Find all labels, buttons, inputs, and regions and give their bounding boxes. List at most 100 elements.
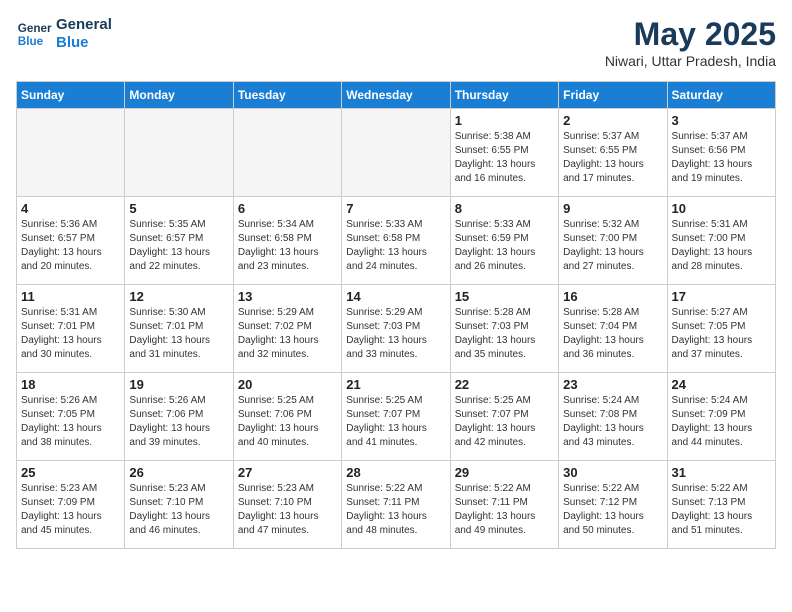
day-number: 7	[346, 201, 445, 216]
day-cell: 7 Sunrise: 5:33 AM Sunset: 6:58 PM Daylig…	[342, 197, 450, 285]
day-info: Sunrise: 5:24 AM Sunset: 7:09 PM Dayligh…	[672, 394, 771, 450]
title-block: May 2025 Niwari, Uttar Pradesh, India	[605, 16, 776, 69]
day-cell: 2Sunrise: 5:37 AM Sunset: 6:55 PM Daylig…	[559, 109, 667, 197]
day-info: Sunrise: 5:33 AM Sunset: 6:58 PM Dayligh…	[346, 218, 445, 274]
day-number: 24	[672, 377, 771, 392]
day-cell: 5 Sunrise: 5:35 AM Sunset: 6:57 PM Daylig…	[125, 197, 233, 285]
day-info: Sunrise: 5:26 AM Sunset: 7:05 PM Dayligh…	[21, 394, 120, 450]
day-info: Sunrise: 5:26 AM Sunset: 7:06 PM Dayligh…	[129, 394, 228, 450]
logo-line1: General	[56, 16, 112, 34]
day-number: 20	[238, 377, 337, 392]
month-title: May 2025	[605, 16, 776, 53]
day-cell: 15 Sunrise: 5:28 AM Sunset: 7:03 PM Dayli…	[450, 285, 558, 373]
day-number: 5	[129, 201, 228, 216]
day-number: 3	[672, 113, 771, 128]
day-number: 18	[21, 377, 120, 392]
header-cell-sunday: Sunday	[17, 82, 125, 109]
header-cell-monday: Monday	[125, 82, 233, 109]
day-cell: 13Sunrise: 5:29 AM Sunset: 7:02 PM Dayli…	[233, 285, 341, 373]
day-info: Sunrise: 5:28 AM Sunset: 7:03 PM Dayligh…	[455, 306, 554, 362]
day-info: Sunrise: 5:28 AM Sunset: 7:04 PM Dayligh…	[563, 306, 662, 362]
day-info: Sunrise: 5:31 AM Sunset: 7:00 PM Dayligh…	[672, 218, 771, 274]
day-cell: 8 Sunrise: 5:33 AM Sunset: 6:59 PM Daylig…	[450, 197, 558, 285]
header-cell-saturday: Saturday	[667, 82, 775, 109]
day-cell: 18 Sunrise: 5:26 AM Sunset: 7:05 PM Dayli…	[17, 373, 125, 461]
day-info: Sunrise: 5:29 AM Sunset: 7:03 PM Dayligh…	[346, 306, 445, 362]
day-cell	[125, 109, 233, 197]
day-cell: 22Sunrise: 5:25 AM Sunset: 7:07 PM Dayli…	[450, 373, 558, 461]
day-info: Sunrise: 5:25 AM Sunset: 7:07 PM Dayligh…	[455, 394, 554, 450]
day-number: 11	[21, 289, 120, 304]
day-cell: 31Sunrise: 5:22 AM Sunset: 7:13 PM Dayli…	[667, 461, 775, 549]
day-cell: 4Sunrise: 5:36 AM Sunset: 6:57 PM Daylig…	[17, 197, 125, 285]
day-info: Sunrise: 5:30 AM Sunset: 7:01 PM Dayligh…	[129, 306, 228, 362]
day-cell	[233, 109, 341, 197]
day-info: Sunrise: 5:35 AM Sunset: 6:57 PM Dayligh…	[129, 218, 228, 274]
day-number: 17	[672, 289, 771, 304]
day-cell: 23 Sunrise: 5:24 AM Sunset: 7:08 PM Dayli…	[559, 373, 667, 461]
day-cell: 29 Sunrise: 5:22 AM Sunset: 7:11 PM Dayli…	[450, 461, 558, 549]
calendar-body: 1Sunrise: 5:38 AM Sunset: 6:55 PM Daylig…	[17, 109, 776, 549]
week-row-4: 18 Sunrise: 5:26 AM Sunset: 7:05 PM Dayli…	[17, 373, 776, 461]
location: Niwari, Uttar Pradesh, India	[605, 53, 776, 69]
day-number: 10	[672, 201, 771, 216]
day-info: Sunrise: 5:25 AM Sunset: 7:06 PM Dayligh…	[238, 394, 337, 450]
day-cell: 24 Sunrise: 5:24 AM Sunset: 7:09 PM Dayli…	[667, 373, 775, 461]
day-cell: 10 Sunrise: 5:31 AM Sunset: 7:00 PM Dayli…	[667, 197, 775, 285]
day-info: Sunrise: 5:24 AM Sunset: 7:08 PM Dayligh…	[563, 394, 662, 450]
day-number: 28	[346, 465, 445, 480]
day-info: Sunrise: 5:22 AM Sunset: 7:11 PM Dayligh…	[455, 482, 554, 538]
day-number: 26	[129, 465, 228, 480]
week-row-3: 11 Sunrise: 5:31 AM Sunset: 7:01 PM Dayli…	[17, 285, 776, 373]
header-cell-thursday: Thursday	[450, 82, 558, 109]
calendar-table: SundayMondayTuesdayWednesdayThursdayFrid…	[16, 81, 776, 549]
day-number: 19	[129, 377, 228, 392]
day-info: Sunrise: 5:23 AM Sunset: 7:10 PM Dayligh…	[129, 482, 228, 538]
day-info: Sunrise: 5:22 AM Sunset: 7:11 PM Dayligh…	[346, 482, 445, 538]
svg-text:Blue: Blue	[18, 35, 44, 48]
day-number: 9	[563, 201, 662, 216]
day-cell: 6 Sunrise: 5:34 AM Sunset: 6:58 PM Daylig…	[233, 197, 341, 285]
day-cell: 3 Sunrise: 5:37 AM Sunset: 6:56 PM Daylig…	[667, 109, 775, 197]
day-info: Sunrise: 5:34 AM Sunset: 6:58 PM Dayligh…	[238, 218, 337, 274]
day-number: 6	[238, 201, 337, 216]
header-cell-wednesday: Wednesday	[342, 82, 450, 109]
calendar-header: SundayMondayTuesdayWednesdayThursdayFrid…	[17, 82, 776, 109]
day-number: 8	[455, 201, 554, 216]
day-number: 21	[346, 377, 445, 392]
day-cell	[342, 109, 450, 197]
day-number: 30	[563, 465, 662, 480]
header-cell-tuesday: Tuesday	[233, 82, 341, 109]
day-info: Sunrise: 5:38 AM Sunset: 6:55 PM Dayligh…	[455, 130, 554, 186]
logo: General Blue General Blue	[16, 16, 112, 52]
day-info: Sunrise: 5:27 AM Sunset: 7:05 PM Dayligh…	[672, 306, 771, 362]
day-info: Sunrise: 5:32 AM Sunset: 7:00 PM Dayligh…	[563, 218, 662, 274]
day-info: Sunrise: 5:25 AM Sunset: 7:07 PM Dayligh…	[346, 394, 445, 450]
day-info: Sunrise: 5:29 AM Sunset: 7:02 PM Dayligh…	[238, 306, 337, 362]
day-number: 27	[238, 465, 337, 480]
day-cell: 28 Sunrise: 5:22 AM Sunset: 7:11 PM Dayli…	[342, 461, 450, 549]
day-number: 2	[563, 113, 662, 128]
logo-icon: General Blue	[16, 16, 52, 52]
day-number: 23	[563, 377, 662, 392]
day-cell: 17 Sunrise: 5:27 AM Sunset: 7:05 PM Dayli…	[667, 285, 775, 373]
day-cell: 27 Sunrise: 5:23 AM Sunset: 7:10 PM Dayli…	[233, 461, 341, 549]
header-row: SundayMondayTuesdayWednesdayThursdayFrid…	[17, 82, 776, 109]
day-cell: 26 Sunrise: 5:23 AM Sunset: 7:10 PM Dayli…	[125, 461, 233, 549]
day-cell: 19 Sunrise: 5:26 AM Sunset: 7:06 PM Dayli…	[125, 373, 233, 461]
day-info: Sunrise: 5:37 AM Sunset: 6:56 PM Dayligh…	[672, 130, 771, 186]
week-row-1: 1Sunrise: 5:38 AM Sunset: 6:55 PM Daylig…	[17, 109, 776, 197]
svg-text:General: General	[18, 22, 52, 35]
week-row-2: 4Sunrise: 5:36 AM Sunset: 6:57 PM Daylig…	[17, 197, 776, 285]
day-cell: 14Sunrise: 5:29 AM Sunset: 7:03 PM Dayli…	[342, 285, 450, 373]
logo-line2: Blue	[56, 34, 112, 52]
day-info: Sunrise: 5:33 AM Sunset: 6:59 PM Dayligh…	[455, 218, 554, 274]
day-info: Sunrise: 5:36 AM Sunset: 6:57 PM Dayligh…	[21, 218, 120, 274]
day-info: Sunrise: 5:31 AM Sunset: 7:01 PM Dayligh…	[21, 306, 120, 362]
day-info: Sunrise: 5:23 AM Sunset: 7:09 PM Dayligh…	[21, 482, 120, 538]
day-number: 15	[455, 289, 554, 304]
day-number: 12	[129, 289, 228, 304]
day-cell: 12 Sunrise: 5:30 AM Sunset: 7:01 PM Dayli…	[125, 285, 233, 373]
day-info: Sunrise: 5:23 AM Sunset: 7:10 PM Dayligh…	[238, 482, 337, 538]
day-number: 29	[455, 465, 554, 480]
